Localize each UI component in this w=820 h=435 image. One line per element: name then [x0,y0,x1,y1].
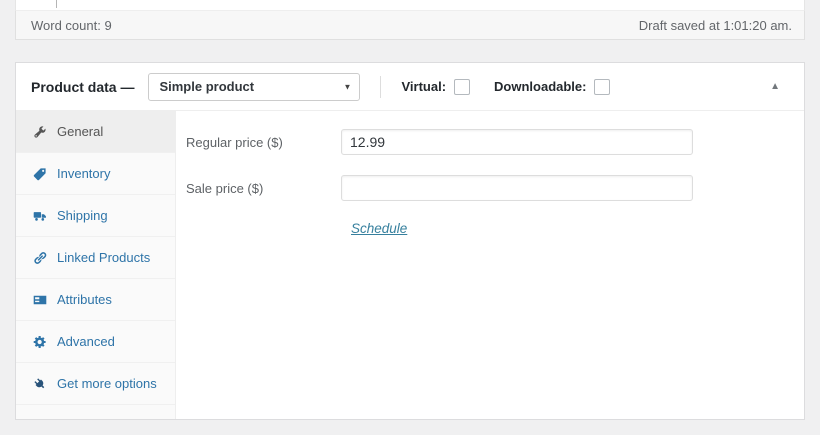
tab-shipping[interactable]: Shipping [16,195,175,237]
editor-statusbar: Word count: 9 Draft saved at 1:01:20 am. [15,10,805,40]
header-divider [380,75,382,98]
plug-icon [33,377,47,391]
tab-get-more-options[interactable]: Get more options [16,363,175,405]
gear-icon [33,335,47,349]
word-count: Word count: 9 [31,17,112,33]
tab-inventory[interactable]: Inventory [16,153,175,195]
tab-general[interactable]: General [16,111,175,153]
product-data-tabs: General Inventory Shipping Linked Products A… [16,111,176,419]
sale-price-row: Sale price ($) [176,175,804,201]
truck-icon [33,209,47,223]
tab-label: Inventory [57,166,111,181]
product-data-metabox: Product data — Simple product ▼ Virtual:… [15,62,805,420]
regular-price-label: Regular price ($) [186,134,283,150]
tab-label: Shipping [57,208,108,223]
tag-icon [33,167,47,181]
general-tab-panel: Regular price ($) Sale price ($) Schedul… [176,111,804,419]
editor-bottom-strip [15,0,805,10]
tab-attributes[interactable]: Attributes [16,279,175,321]
downloadable-field: Downloadable: [494,78,611,95]
sale-price-input[interactable] [341,175,693,201]
virtual-label: Virtual: [401,79,447,94]
tab-label: Linked Products [57,250,151,265]
editor-caret [56,0,57,8]
product-type-select[interactable]: Simple product [148,72,361,101]
collapse-panel-icon[interactable]: ▲ [770,81,780,92]
downloadable-checkbox[interactable] [594,78,611,95]
product-data-title: Product data — [31,78,135,95]
virtual-checkbox[interactable] [454,78,471,95]
link-icon [33,251,47,265]
sale-price-label: Sale price ($) [186,180,264,196]
tab-advanced[interactable]: Advanced [16,321,175,363]
tab-label: Attributes [57,292,112,307]
card-icon [33,293,47,307]
regular-price-row: Regular price ($) [176,129,804,155]
page: Word count: 9 Draft saved at 1:01:20 am.… [0,0,820,435]
downloadable-label: Downloadable: [494,79,587,94]
product-data-header: Product data — Simple product ▼ Virtual:… [16,63,804,111]
draft-saved-status: Draft saved at 1:01:20 am. [638,17,792,33]
wrench-icon [33,125,47,139]
schedule-link[interactable]: Schedule [351,221,407,236]
tab-label: Advanced [57,334,115,349]
product-type-select-wrap: Simple product ▼ [148,72,361,101]
tab-linked-products[interactable]: Linked Products [16,237,175,279]
tab-label: Get more options [57,376,157,391]
product-data-body: General Inventory Shipping Linked Products A… [16,111,804,419]
tab-label: General [57,124,104,139]
regular-price-input[interactable] [341,129,693,155]
virtual-field: Virtual: [401,78,471,95]
